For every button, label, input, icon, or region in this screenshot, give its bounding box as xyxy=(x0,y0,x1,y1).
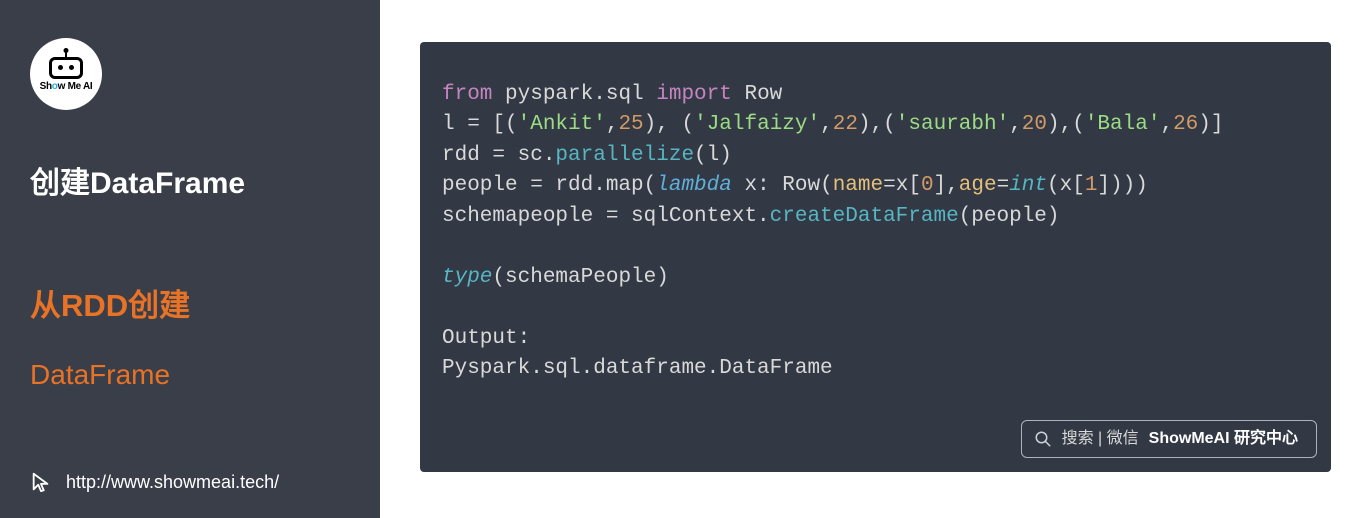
slide-root: Show Me AI 创建DataFrame 从RDD创建 DataFrame … xyxy=(0,0,1361,518)
cursor-icon xyxy=(30,470,52,494)
code-line: from pyspark.sql import Row xyxy=(442,80,1309,110)
code-block: from pyspark.sql import Row l = [('Ankit… xyxy=(420,42,1331,472)
code-line: rdd = sc.parallelize(l) xyxy=(442,141,1309,171)
footer-link[interactable]: http://www.showmeai.tech/ xyxy=(30,470,279,494)
sidebar: Show Me AI 创建DataFrame 从RDD创建 DataFrame … xyxy=(0,0,380,518)
search-badge[interactable]: 搜索 | 微信 ShowMeAI 研究中心 xyxy=(1021,420,1317,458)
robot-icon xyxy=(49,57,83,79)
search-strong: ShowMeAI 研究中心 xyxy=(1149,427,1298,450)
code-line: Output: xyxy=(442,324,1309,354)
slide-subtitle-2: DataFrame xyxy=(30,359,350,391)
main-panel: from pyspark.sql import Row l = [('Ankit… xyxy=(380,0,1361,518)
slide-subtitle-1: 从RDD创建 xyxy=(30,280,350,325)
footer-url-text: http://www.showmeai.tech/ xyxy=(66,472,279,493)
logo-text: Show Me AI xyxy=(40,81,93,92)
slide-headline: 创建DataFrame xyxy=(30,158,350,202)
code-line xyxy=(442,232,1309,262)
code-line: Pyspark.sql.dataframe.DataFrame xyxy=(442,354,1309,384)
code-line: l = [('Ankit',25), ('Jalfaizy',22),('sau… xyxy=(442,110,1309,140)
logo-badge: Show Me AI xyxy=(30,38,102,110)
search-prefix: 搜索 | 微信 xyxy=(1062,427,1139,450)
code-line: type(schemaPeople) xyxy=(442,263,1309,293)
code-line: people = rdd.map(lambda x: Row(name=x[0]… xyxy=(442,171,1309,201)
code-line: schemapeople = sqlContext.createDataFram… xyxy=(442,202,1309,232)
search-icon xyxy=(1034,430,1052,448)
code-line xyxy=(442,293,1309,323)
